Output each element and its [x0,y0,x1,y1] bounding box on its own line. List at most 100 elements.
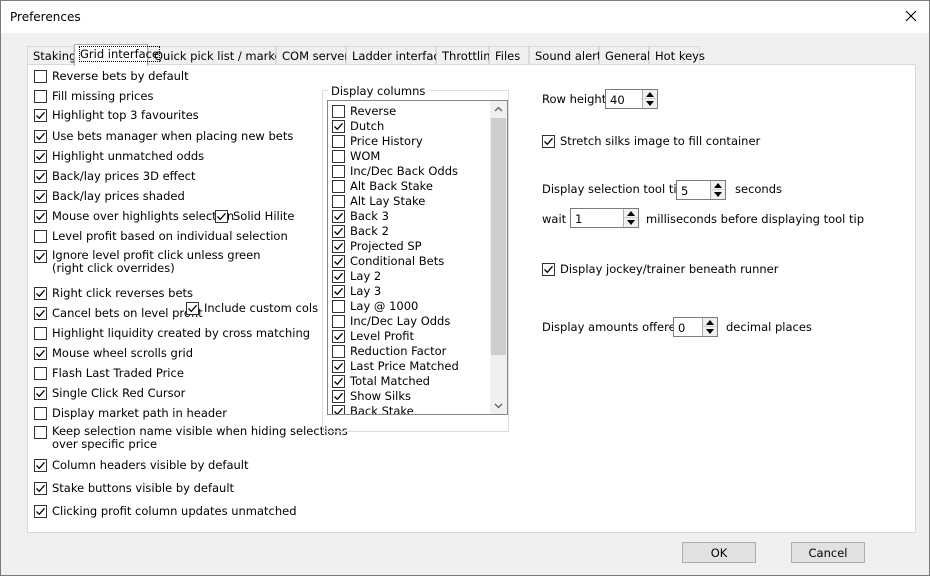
include-custom-checkbox[interactable]: Include custom cols [186,301,318,315]
bets-manager-checkbox[interactable]: Use bets manager when placing new bets [34,129,293,143]
column-headers-checkbox[interactable]: Column headers visible by default [34,458,249,472]
checkbox-unchecked-icon[interactable] [332,314,345,328]
cancel-button[interactable]: Cancel [791,542,865,563]
checkbox-unchecked-icon[interactable] [34,230,47,243]
column-item[interactable]: Inc/Dec Back Odds [332,164,458,178]
checkbox-unchecked-icon[interactable] [332,149,345,163]
checkbox-checked-icon[interactable] [332,224,345,238]
scroll-up-icon[interactable] [490,101,507,118]
checkbox-unchecked-icon[interactable] [34,327,47,340]
column-item[interactable]: Last Price Matched [332,359,459,373]
cancel-on-level-checkbox[interactable]: Cancel bets on level profit [34,306,203,320]
tab-files[interactable]: Files [489,46,529,66]
column-item[interactable]: Back 3 [332,209,389,223]
checkbox-checked-icon[interactable] [34,190,47,203]
checkbox-checked-icon[interactable] [332,119,345,133]
checkbox-checked-icon[interactable] [34,250,47,263]
column-item[interactable]: Alt Lay Stake [332,194,425,208]
column-item[interactable]: Lay @ 1000 [332,299,418,313]
checkbox-checked-icon[interactable] [34,459,47,472]
market-path-checkbox[interactable]: Display market path in header [34,406,227,420]
column-item[interactable]: Price History [332,134,423,148]
column-item[interactable]: Reduction Factor [332,344,446,358]
checkbox-checked-icon[interactable] [332,404,345,414]
checkbox-unchecked-icon[interactable] [332,179,345,193]
tab-hot-keys[interactable]: Hot keys [649,46,705,66]
checkbox-checked-icon[interactable] [332,329,345,343]
checkbox-checked-icon[interactable] [332,389,345,403]
checkbox-unchecked-icon[interactable] [332,299,345,313]
checkbox-checked-icon[interactable] [215,210,228,223]
checkbox-checked-icon[interactable] [542,135,555,148]
column-item[interactable]: Inc/Dec Lay Odds [332,314,450,328]
tab-general[interactable]: General [599,46,650,66]
spin-up-icon[interactable] [643,90,657,99]
highlight-unmatched-checkbox[interactable]: Highlight unmatched odds [34,149,204,163]
vertical-scrollbar[interactable] [490,101,507,414]
checkbox-checked-icon[interactable] [332,239,345,253]
decimal-places-spinner[interactable]: 0 [673,317,718,337]
spin-down-icon[interactable] [703,327,717,336]
checkbox-unchecked-icon[interactable] [34,426,47,439]
checkbox-checked-icon[interactable] [34,150,47,163]
checkbox-unchecked-icon[interactable] [34,90,47,103]
checkbox-checked-icon[interactable] [332,284,345,298]
column-item[interactable]: Reverse [332,104,396,118]
checkbox-unchecked-icon[interactable] [332,134,345,148]
checkbox-checked-icon[interactable] [34,482,47,495]
checkbox-checked-icon[interactable] [34,387,47,400]
jockey-trainer-checkbox[interactable]: Display jockey/trainer beneath runner [542,262,778,276]
column-item[interactable]: Level Profit [332,329,414,343]
checkbox-checked-icon[interactable] [34,109,47,122]
spin-up-icon[interactable] [703,318,717,327]
spin-up-icon[interactable] [624,209,638,218]
highlight-liquidity-checkbox[interactable]: Highlight liquidity created by cross mat… [34,326,310,340]
column-item[interactable]: WOM [332,149,380,163]
column-item[interactable]: Lay 2 [332,269,381,283]
checkbox-checked-icon[interactable] [34,505,47,518]
close-icon[interactable] [902,7,920,25]
wait-ms-value[interactable]: 1 [575,212,582,226]
scroll-down-icon[interactable] [490,397,507,414]
wait-ms-spinner[interactable]: 1 [570,208,639,228]
ignore-level-checkbox[interactable]: Ignore level profit click unless green (… [34,249,261,275]
prices-3d-checkbox[interactable]: Back/lay prices 3D effect [34,169,196,183]
tab-throttling[interactable]: Throttling [436,46,498,66]
spin-down-icon[interactable] [643,99,657,108]
spin-up-icon[interactable] [711,181,725,190]
column-item[interactable]: Projected SP [332,239,422,253]
column-item[interactable]: Conditional Bets [332,254,444,268]
checkbox-unchecked-icon[interactable] [332,194,345,208]
column-item[interactable]: Back Stake [332,404,414,414]
ok-button[interactable]: OK [682,542,756,563]
decimal-places-value[interactable]: 0 [678,321,685,335]
display-columns-list[interactable]: Reverse Dutch Price History WOM Inc/Dec Back… [327,100,508,415]
checkbox-unchecked-icon[interactable] [332,104,345,118]
row-height-value[interactable]: 40 [610,93,625,107]
level-profit-checkbox[interactable]: Level profit based on individual selecti… [34,229,288,243]
checkbox-checked-icon[interactable] [332,374,345,388]
prices-shaded-checkbox[interactable]: Back/lay prices shaded [34,189,185,203]
checkbox-checked-icon[interactable] [34,287,47,300]
spin-down-icon[interactable] [711,190,725,199]
checkbox-unchecked-icon[interactable] [34,367,47,380]
checkbox-checked-icon[interactable] [34,210,47,223]
single-click-checkbox[interactable]: Single Click Red Cursor [34,386,185,400]
scroll-thumb[interactable] [491,118,506,355]
column-item[interactable]: Back 2 [332,224,389,238]
spin-down-icon[interactable] [624,218,638,227]
stake-buttons-checkbox[interactable]: Stake buttons visible by default [34,481,234,495]
solid-hilite-checkbox[interactable]: Solid Hilite [215,209,295,223]
highlight-top3-checkbox[interactable]: Highlight top 3 favourites [34,108,199,122]
checkbox-checked-icon[interactable] [34,170,47,183]
checkbox-checked-icon[interactable] [332,254,345,268]
checkbox-checked-icon[interactable] [332,359,345,373]
profit-column-checkbox[interactable]: Clicking profit column updates unmatched [34,504,297,518]
checkbox-unchecked-icon[interactable] [34,407,47,420]
reverse-bets-checkbox[interactable]: Reverse bets by default [34,69,189,83]
mouse-wheel-checkbox[interactable]: Mouse wheel scrolls grid [34,346,193,360]
checkbox-unchecked-icon[interactable] [332,344,345,358]
column-item[interactable]: Dutch [332,119,384,133]
tab-staking[interactable]: Staking [27,46,76,66]
right-click-reverses-checkbox[interactable]: Right click reverses bets [34,286,193,300]
